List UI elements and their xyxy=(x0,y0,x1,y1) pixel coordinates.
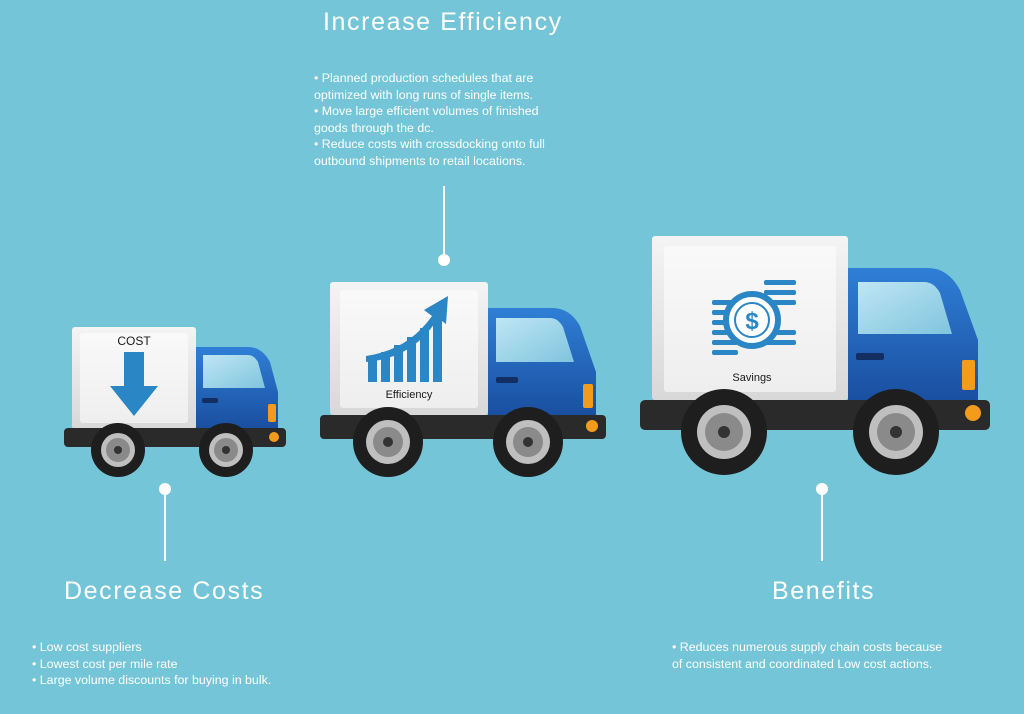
small-truck-wheel-rear xyxy=(91,423,145,477)
large-truck-label: Savings xyxy=(732,372,772,384)
large-truck-window xyxy=(858,282,952,334)
medium-truck: Efficiency xyxy=(320,282,606,477)
small-truck-headlight xyxy=(268,404,276,422)
large-truck: $ Savings xyxy=(640,236,990,475)
large-truck-wheel-rear xyxy=(681,389,767,475)
medium-truck-wheel-front xyxy=(493,407,563,477)
svg-text:$: $ xyxy=(745,308,759,335)
small-truck-wheel-front xyxy=(199,423,253,477)
medium-truck-headlight xyxy=(583,384,593,408)
medium-truck-label: Efficiency xyxy=(386,389,433,401)
small-truck: COST xyxy=(64,327,286,477)
small-truck-window xyxy=(203,355,265,388)
medium-truck-wheel-rear xyxy=(353,407,423,477)
large-truck-wheel-front xyxy=(853,389,939,475)
trucks-illustration: COST Efficiency $ Savings xyxy=(64,236,990,477)
small-truck-label: COST xyxy=(117,334,151,348)
large-truck-headlight xyxy=(962,360,975,390)
